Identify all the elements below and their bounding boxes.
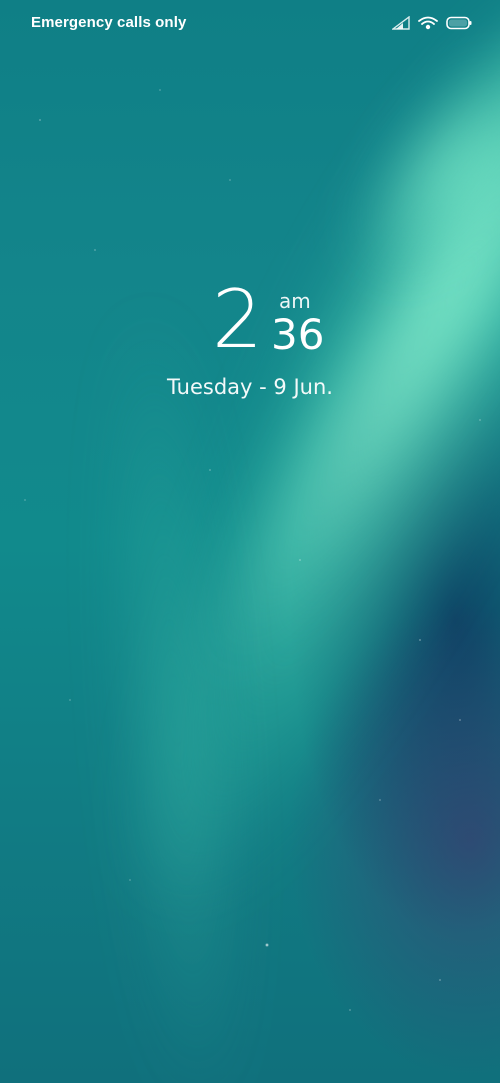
lock-screen-date: Tuesday - 9 Jun.	[167, 375, 333, 399]
starfield	[0, 0, 500, 1083]
status-bar: Emergency calls only	[0, 0, 500, 46]
status-icons	[392, 14, 472, 32]
carrier-status-text: Emergency calls only	[31, 14, 187, 31]
lock-screen-wallpaper	[0, 0, 500, 1083]
battery-icon	[446, 16, 472, 30]
wifi-icon	[418, 16, 438, 30]
clock-minutes: 36	[271, 310, 325, 359]
clock-period: am	[279, 289, 311, 313]
signal-icon	[392, 16, 410, 30]
lock-screen-clock: 2 am 36	[0, 276, 500, 366]
clock-hour: 2	[212, 273, 263, 366]
